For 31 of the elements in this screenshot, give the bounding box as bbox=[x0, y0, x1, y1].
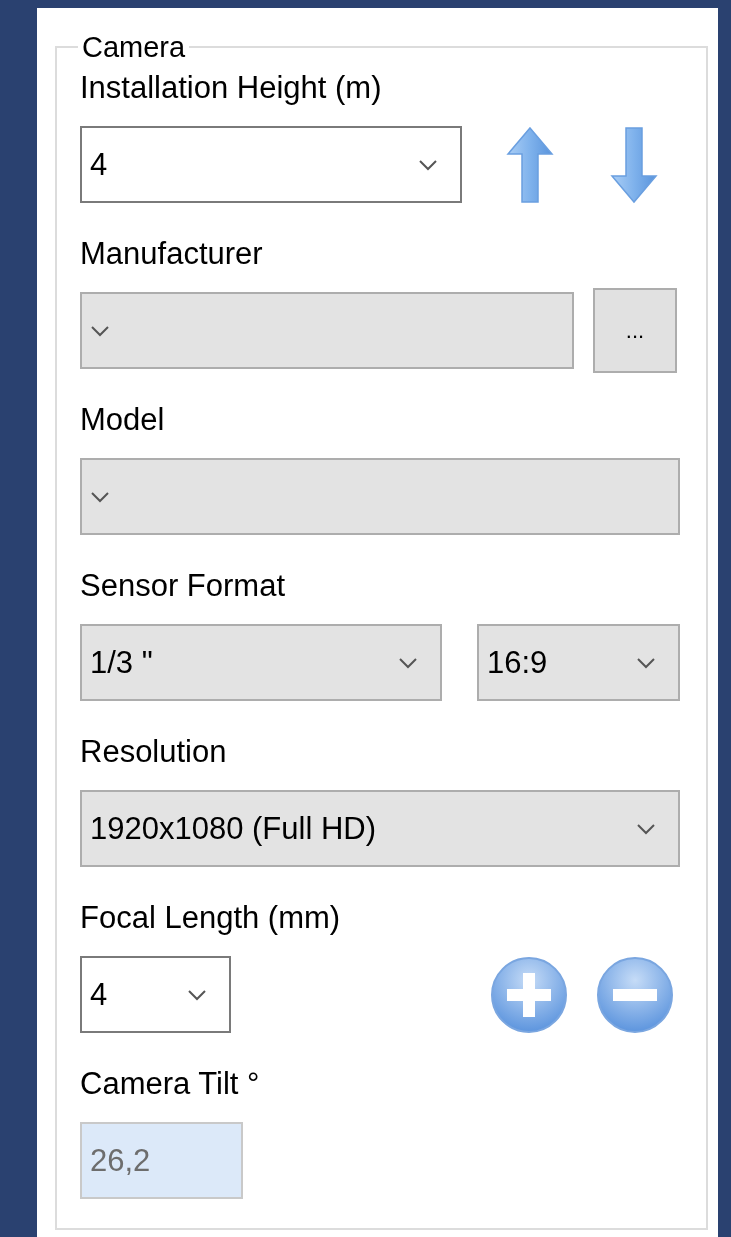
chevron-down-icon bbox=[90, 490, 110, 503]
field-label: Focal Length (mm) bbox=[80, 899, 342, 937]
browse-button[interactable]: ... bbox=[593, 288, 677, 373]
tilt-field[interactable]: 26,2 bbox=[80, 1122, 243, 1199]
field-label: Camera Tilt ° bbox=[80, 1065, 261, 1103]
chevron-down-icon bbox=[636, 656, 656, 669]
dropdown-field[interactable]: 1920x1080 (Full HD) bbox=[80, 790, 680, 867]
dropdown-field[interactable]: 4 bbox=[80, 956, 231, 1033]
dropdown-field[interactable] bbox=[80, 458, 680, 535]
field-label: Resolution bbox=[80, 733, 228, 771]
field-label: Sensor Format bbox=[80, 567, 286, 605]
dropdown-field[interactable]: 16:9 bbox=[477, 624, 680, 701]
dropdown-field[interactable] bbox=[80, 292, 574, 369]
chevron-down-icon bbox=[636, 822, 656, 835]
chevron-down-icon bbox=[418, 158, 438, 171]
chevron-down-icon bbox=[90, 324, 110, 337]
field-label: Installation Height (m) bbox=[80, 69, 383, 107]
chevron-down-icon bbox=[187, 988, 207, 1001]
group-title: Camera bbox=[81, 30, 187, 64]
field-label: Model bbox=[80, 401, 166, 439]
dropdown-value: 16:9 bbox=[487, 644, 548, 681]
dropdown-value: 1/3 " bbox=[90, 644, 153, 681]
plus-icon[interactable] bbox=[490, 955, 568, 1034]
field-label: Manufacturer bbox=[80, 235, 264, 273]
dropdown-value: 4 bbox=[90, 976, 108, 1013]
chevron-down-icon bbox=[398, 656, 418, 669]
dropdown-value: 4 bbox=[90, 146, 108, 183]
dropdown-value: 1920x1080 (Full HD) bbox=[90, 810, 377, 847]
minus-icon[interactable] bbox=[596, 955, 674, 1034]
dropdown-field[interactable]: 4 bbox=[80, 126, 462, 203]
dropdown-field[interactable]: 1/3 " bbox=[80, 624, 442, 701]
